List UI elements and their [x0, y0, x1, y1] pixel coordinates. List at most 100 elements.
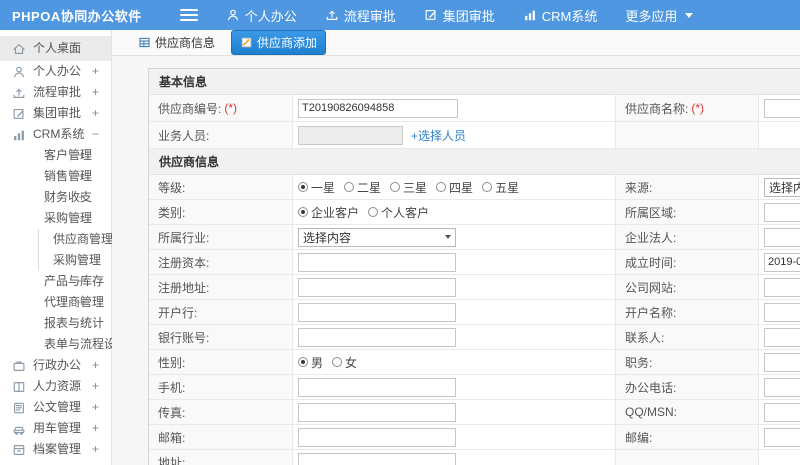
zip-input[interactable]: [764, 427, 800, 447]
registered-capital-input[interactable]: [298, 252, 456, 272]
category-radios-option[interactable]: 企业客户: [298, 204, 359, 221]
expand-toggle[interactable]: +: [92, 376, 99, 397]
topnav-item-more-apps[interactable]: 更多应用: [611, 0, 707, 30]
level-radios-option[interactable]: 一星: [298, 179, 335, 196]
hamburger-icon[interactable]: [179, 9, 198, 21]
sidebar-item-personal-desktop[interactable]: 个人桌面: [0, 36, 111, 61]
sidebar-item-label: 档案管理: [33, 442, 82, 456]
field-input-cell: [759, 450, 800, 465]
expand-toggle[interactable]: +: [92, 397, 99, 418]
qq-msn-input[interactable]: [764, 402, 800, 422]
caret-down-icon: [445, 235, 451, 239]
sidebar-item-reports-stats[interactable]: 报表与统计: [0, 313, 111, 334]
radio-label: 企业客户: [311, 205, 360, 220]
tab-supplier-info[interactable]: 供应商信息: [130, 31, 223, 54]
sidebar-item-label: 个人桌面: [33, 41, 82, 55]
sidebar-item-form-flow-settings[interactable]: 表单与流程设置+: [0, 334, 136, 355]
sidebar-item-purchase-mgmt[interactable]: 采购管理 −: [0, 208, 111, 229]
registered-address-input[interactable]: [298, 277, 456, 297]
expand-toggle[interactable]: +: [92, 82, 99, 103]
expand-toggle[interactable]: +: [92, 439, 99, 460]
radio-button[interactable]: [390, 182, 401, 192]
topnav-label: 流程审批: [343, 8, 396, 24]
supplier-name-input[interactable]: [764, 98, 800, 118]
sidebar-item-group-approval[interactable]: 集团审批 +: [0, 103, 111, 124]
sidebar-item-purchasing[interactable]: 采购管理: [38, 250, 111, 271]
fax-input[interactable]: [298, 402, 456, 422]
form-row: 银行账号: 联系人:: [149, 325, 800, 350]
expand-toggle[interactable]: +: [92, 418, 99, 439]
expand-toggle[interactable]: +: [92, 103, 99, 124]
supplier-code-input[interactable]: T20190826094858: [298, 98, 458, 118]
expand-toggle[interactable]: +: [78, 145, 85, 166]
position-input[interactable]: [764, 352, 800, 372]
field-label-cell: 供应商名称: (*): [616, 95, 759, 121]
topnav-item-workflow-approval[interactable]: 流程审批: [311, 0, 410, 30]
email-input[interactable]: [298, 427, 456, 447]
radio-button[interactable]: [298, 207, 308, 217]
sidebar-item-finance[interactable]: 财务收支 +: [0, 187, 111, 208]
sidebar-item-vehicle-mgmt[interactable]: 用车管理 +: [0, 418, 111, 439]
level-radios-option[interactable]: 三星: [390, 179, 427, 196]
expand-toggle[interactable]: +: [78, 292, 85, 313]
form-row: 注册资本: 成立时间: 2019-08-26: [149, 250, 800, 275]
expand-toggle[interactable]: +: [78, 271, 85, 292]
radio-button[interactable]: [298, 357, 308, 367]
level-radios-option[interactable]: 五星: [482, 179, 519, 196]
sidebar-item-document-mgmt[interactable]: 公文管理 +: [0, 397, 111, 418]
expand-toggle[interactable]: −: [78, 208, 85, 229]
topnav-item-crm-system[interactable]: CRM系统: [509, 0, 612, 30]
radio-button[interactable]: [344, 182, 355, 192]
field-input-cell: [759, 350, 800, 374]
topnav-item-group-approval[interactable]: 集团审批: [410, 0, 509, 30]
level-radios-option[interactable]: 四星: [436, 179, 473, 196]
address-input[interactable]: [298, 452, 456, 465]
expand-toggle[interactable]: +: [92, 61, 99, 82]
industry-select[interactable]: 选择内容: [298, 227, 456, 247]
radio-button[interactable]: [436, 182, 447, 192]
sidebar-item-human-resources[interactable]: 人力资源 +: [0, 376, 111, 397]
account-name-input[interactable]: [764, 302, 800, 322]
founded-date-input[interactable]: 2019-08-26: [764, 252, 800, 272]
sidebar-item-personal-office[interactable]: 个人办公 +: [0, 61, 111, 82]
sidebar-item-workflow-approval[interactable]: 流程审批 +: [0, 82, 111, 103]
category-radios-option[interactable]: 个人客户: [368, 204, 429, 221]
legal-person-input[interactable]: [764, 227, 800, 247]
staff-input[interactable]: [298, 125, 403, 145]
topnav-item-personal-office[interactable]: 个人办公: [212, 0, 311, 30]
level-radios-option[interactable]: 二星: [344, 179, 381, 196]
tab-supplier-add[interactable]: 供应商添加: [231, 30, 327, 55]
sidebar-item-product-inventory[interactable]: 产品与库存 +: [0, 271, 111, 292]
contact-input[interactable]: [764, 327, 800, 347]
radio-button[interactable]: [482, 182, 493, 192]
sidebar-item-label: 用车管理: [33, 421, 82, 435]
sidebar-item-agent-mgmt[interactable]: 代理商管理 +: [0, 292, 111, 313]
website-input[interactable]: [764, 277, 800, 297]
sidebar-item-sales-mgmt[interactable]: 销售管理 +: [0, 166, 111, 187]
expand-toggle[interactable]: +: [78, 166, 85, 187]
sidebar-item-admin-office[interactable]: 行政办公 +: [0, 355, 111, 376]
sidebar-item-customer-mgmt[interactable]: 客户管理 +: [0, 145, 111, 166]
topnav-label: CRM系统: [541, 8, 598, 24]
expand-toggle[interactable]: +: [92, 355, 99, 376]
region-input[interactable]: [764, 202, 800, 222]
office-phone-input[interactable]: [764, 377, 800, 397]
radio-button[interactable]: [368, 207, 379, 217]
expand-toggle[interactable]: −: [92, 124, 99, 145]
gender-radios: 男女: [298, 354, 357, 371]
expand-toggle[interactable]: +: [78, 187, 85, 208]
gender-radios-option[interactable]: 男: [298, 354, 323, 371]
sidebar-item-crm-system[interactable]: CRM系统 −: [0, 124, 111, 145]
radio-button[interactable]: [332, 357, 343, 367]
mobile-input[interactable]: [298, 377, 456, 397]
select-person-link[interactable]: +选择人员: [411, 127, 466, 144]
sidebar-item-archive-mgmt[interactable]: 档案管理 +: [0, 439, 111, 460]
source-select[interactable]: 选择内容: [764, 177, 800, 197]
bank-input[interactable]: [298, 302, 456, 322]
radio-button[interactable]: [298, 182, 308, 192]
sidebar-item-supplier-mgmt[interactable]: 供应商管理: [38, 229, 113, 250]
topnav-label: 更多应用: [625, 8, 678, 24]
gender-radios-option[interactable]: 女: [332, 354, 357, 371]
field-label: 供应商编号:: [158, 101, 222, 116]
bank-account-input[interactable]: [298, 327, 456, 347]
